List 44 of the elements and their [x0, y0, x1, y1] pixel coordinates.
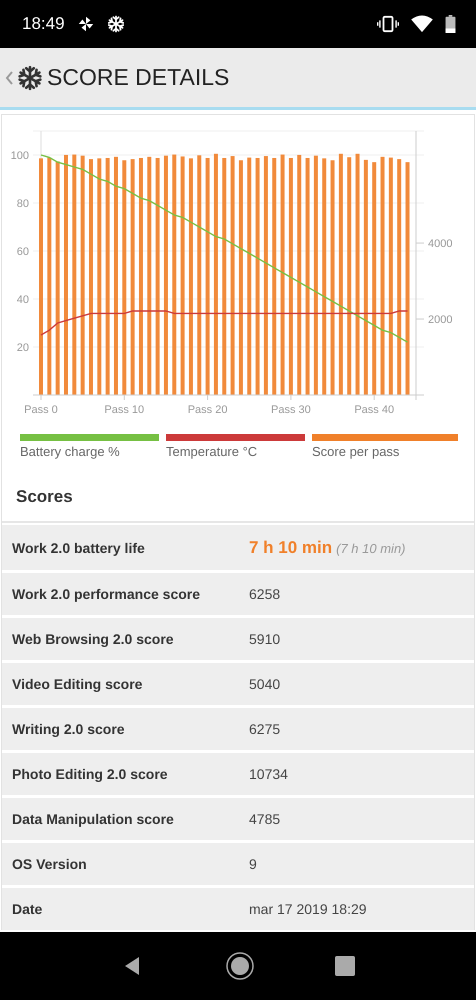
score-value: 9: [249, 856, 257, 872]
score-label: Web Browsing 2.0 score: [12, 631, 174, 647]
y-tick-label: 4000: [428, 238, 452, 250]
score-value: 5910: [249, 631, 280, 647]
y-tick-label: 100: [10, 150, 29, 162]
score-value: 6258: [249, 586, 280, 602]
snowflake-logo-icon: [17, 64, 43, 90]
status-time: 18:49: [22, 14, 65, 34]
score-value: 10734: [249, 766, 288, 782]
y-tick-label: 60: [16, 246, 29, 258]
battery-life-value: 7 h 10 min: [249, 538, 332, 558]
vibrate-icon: [377, 15, 399, 33]
score-value: mar 17 2019 18:29: [249, 901, 367, 917]
section-title: Scores: [16, 487, 73, 507]
legend-label: Temperature °C: [166, 444, 258, 459]
score-value: 4785: [249, 811, 280, 827]
score-label: Writing 2.0 score: [12, 721, 125, 737]
wifi-icon: [411, 15, 433, 33]
y-tick-label: 20: [16, 342, 29, 354]
page-title: SCORE DETAILS: [47, 64, 230, 91]
x-tick-label: Pass 20: [188, 404, 228, 416]
y-tick-label: 2000: [428, 314, 452, 326]
pinwheel-icon: [76, 15, 95, 33]
score-label: Photo Editing 2.0 score: [12, 766, 168, 782]
battery-life-note: (7 h 10 min): [336, 540, 406, 556]
x-tick-label: Pass 10: [104, 404, 144, 416]
x-tick-label: Pass 0: [24, 404, 58, 416]
x-tick-label: Pass 30: [271, 404, 311, 416]
score-label: OS Version: [12, 856, 87, 872]
score-label: Work 2.0 battery life: [12, 540, 145, 556]
legend-label: Battery charge %: [20, 444, 121, 459]
y-tick-label: 80: [16, 198, 29, 210]
home-icon[interactable]: [225, 951, 255, 981]
score-value: 6275: [249, 721, 280, 737]
score-label: Work 2.0 performance score: [12, 586, 200, 602]
y-tick-label: 40: [16, 294, 29, 306]
x-tick-label: Pass 40: [354, 404, 394, 416]
score-value: 5040: [249, 676, 280, 692]
legend-label: Score per pass: [312, 444, 400, 459]
score-label: Data Manipulation score: [12, 811, 174, 827]
snowflake-icon: [106, 15, 125, 33]
score-label: Date: [12, 901, 42, 917]
score-label: Video Editing score: [12, 676, 142, 692]
battery-icon: [445, 15, 456, 33]
